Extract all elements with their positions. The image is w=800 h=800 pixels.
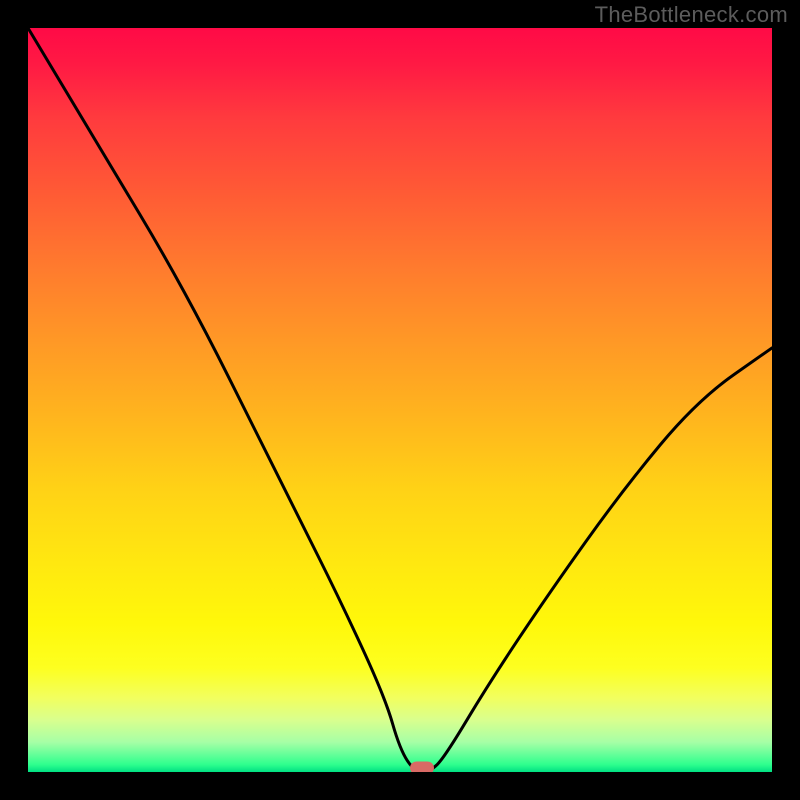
chart-frame: TheBottleneck.com [0, 0, 800, 800]
optimum-marker [410, 762, 434, 773]
bottleneck-curve [28, 28, 772, 772]
plot-area [28, 28, 772, 772]
watermark-text: TheBottleneck.com [595, 2, 788, 28]
